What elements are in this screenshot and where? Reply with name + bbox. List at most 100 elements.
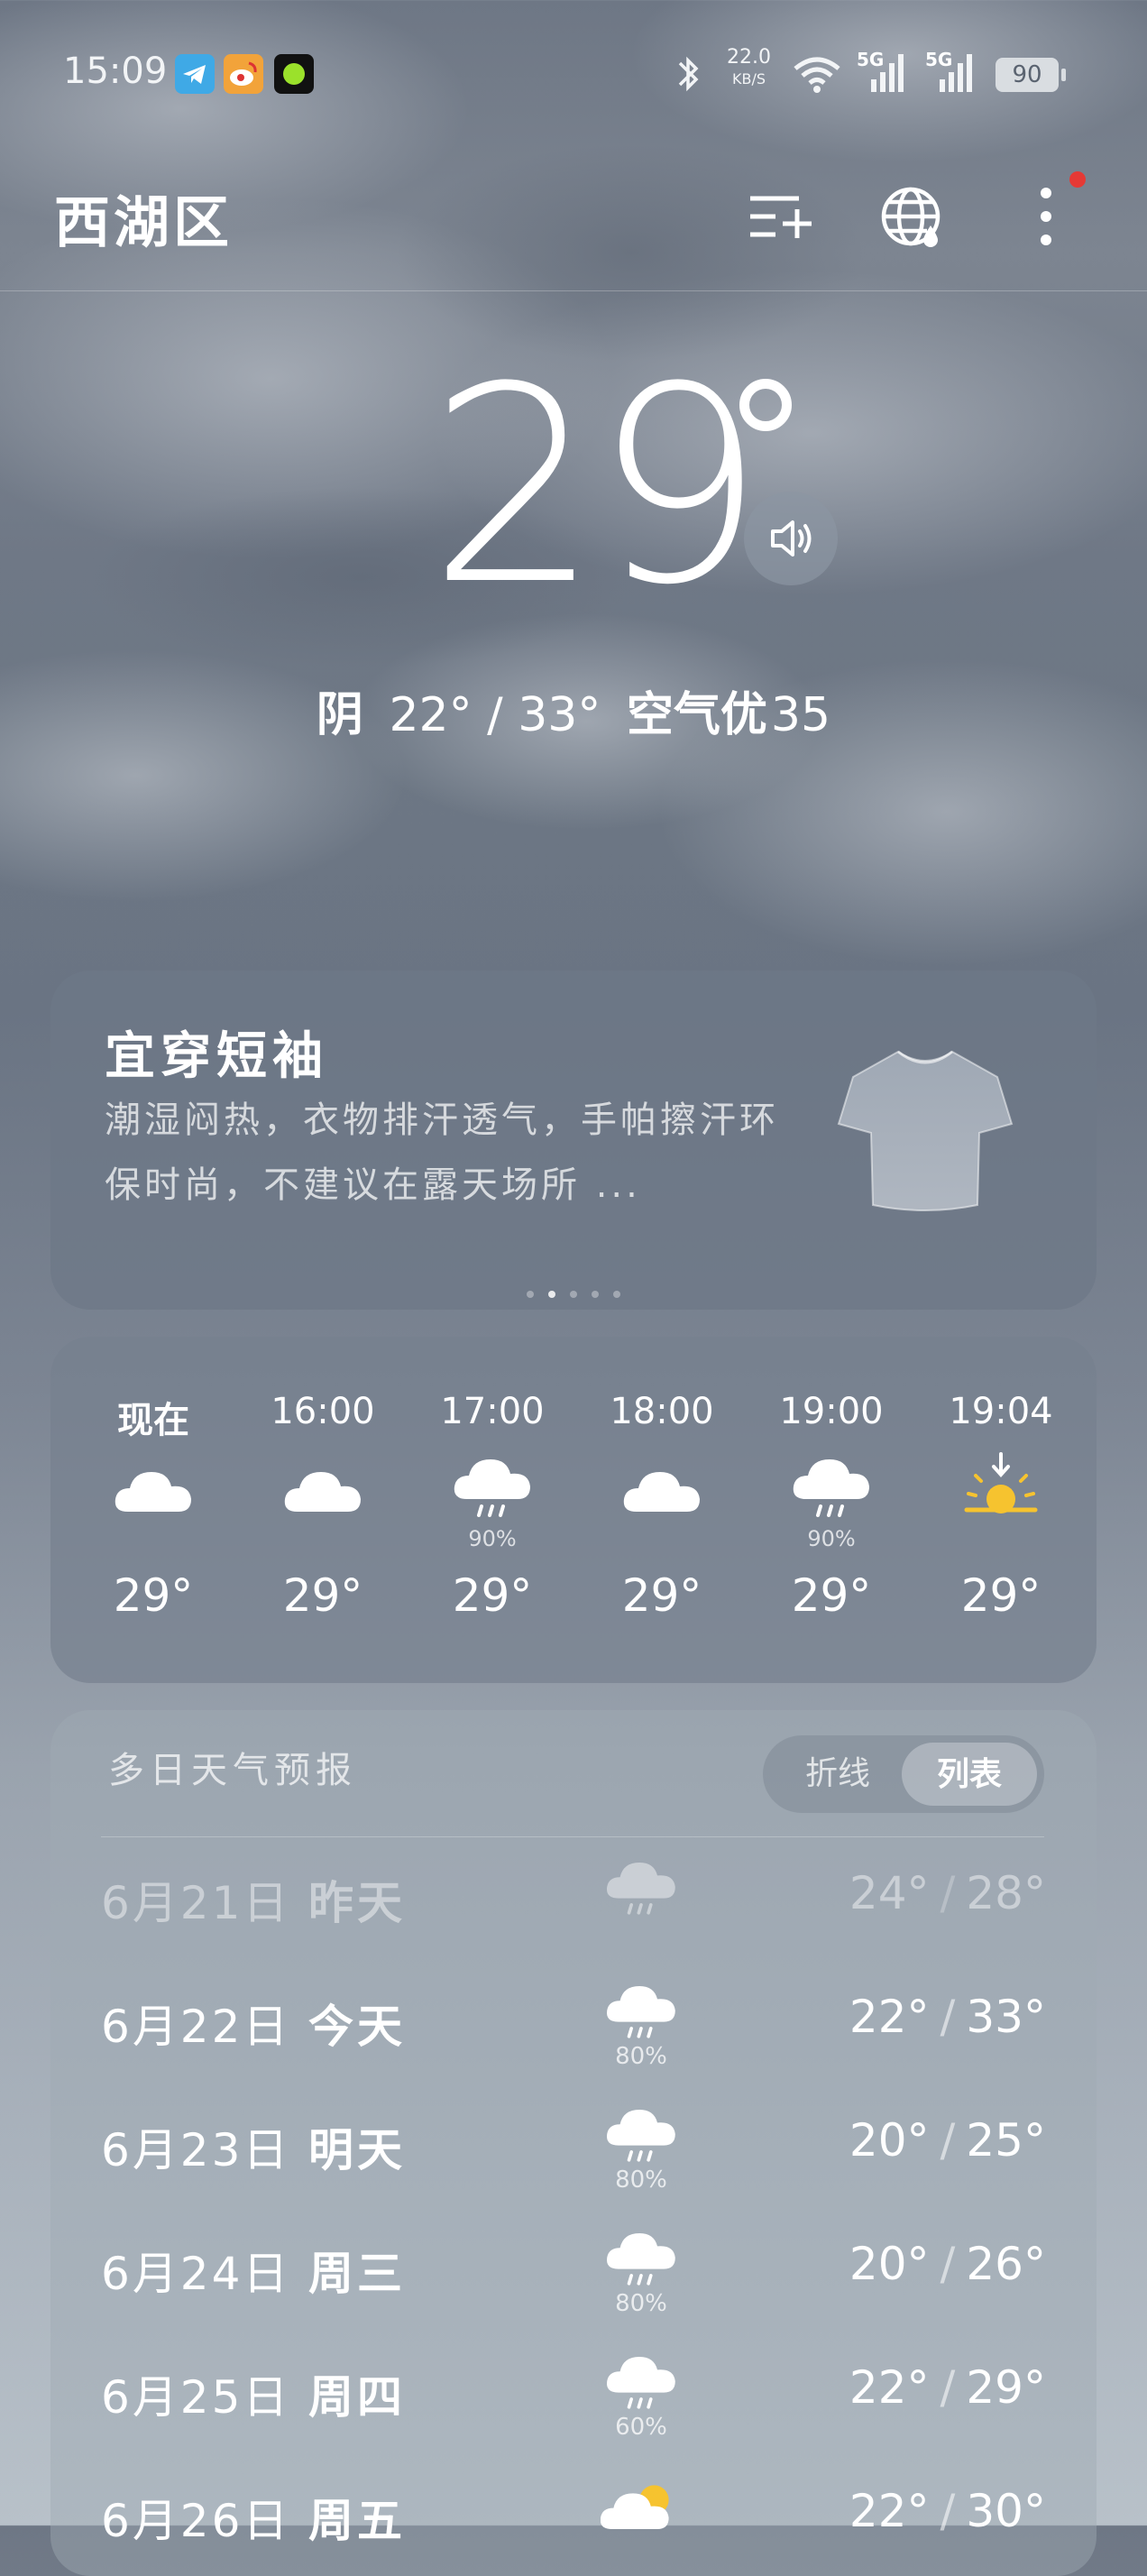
notification-dot <box>1069 171 1086 188</box>
forecast-precip-prob: 80% <box>615 2043 667 2070</box>
hour-icon-wrap <box>278 1450 368 1523</box>
hour-column: 18:00 29° <box>577 1337 747 1683</box>
bluetooth-icon <box>678 56 699 92</box>
toggle-list[interactable]: 列表 <box>902 1743 1037 1806</box>
temperature-range: 22° / 33° <box>389 688 601 742</box>
forecast-weekday: 昨天 <box>308 1876 406 1929</box>
carousel-dot <box>592 1291 599 1298</box>
forecast-title: 多日天气预报 <box>108 1750 357 1791</box>
forecast-precip-prob: 80% <box>615 2167 667 2194</box>
view-toggle: 折线 列表 <box>763 1735 1044 1813</box>
clothing-suggestion-card[interactable]: 宜穿短袖 潮湿闷热，衣物排汗透气，手帕擦汗环保时尚，不建议在露天场所 ... <box>50 971 1097 1310</box>
rain-icon <box>607 1863 675 1915</box>
forecast-high: 30° <box>966 2485 1046 2537</box>
add-city-button[interactable] <box>743 180 815 253</box>
forecast-date: 6月22日 <box>101 2001 291 2053</box>
forecast-high: 33° <box>966 1991 1046 2043</box>
hour-label: 16:00 <box>271 1391 375 1432</box>
hour-precip-prob: 90% <box>807 1526 856 1551</box>
forecast-icon-wrap <box>601 2349 682 2421</box>
cell-signal-1: 5G <box>857 49 911 94</box>
forecast-low: 22° <box>849 2485 930 2537</box>
net-speed-unit: KB/S <box>731 70 766 87</box>
toggle-line-chart[interactable]: 折线 <box>770 1743 905 1806</box>
rain-icon <box>793 1459 869 1517</box>
net-speed-value: 22.0 <box>727 46 771 69</box>
forecast-low: 20° <box>849 2114 930 2167</box>
temp-separator: / <box>940 2361 956 2414</box>
forecast-low: 24° <box>849 1867 930 1919</box>
forecast-weekday: 明天 <box>308 2123 406 2176</box>
forecast-day-row[interactable]: 6月25日 周四 60% 22°/29° <box>50 2340 1097 2448</box>
forecast-temp-range: 22°/30° <box>849 2485 1046 2537</box>
forecast-date: 6月24日 <box>101 2248 291 2300</box>
hour-column: 19:00 90% 29° <box>747 1337 916 1683</box>
cloud-icon <box>115 1472 191 1512</box>
carousel-dot-active <box>548 1291 555 1298</box>
forecast-day-row[interactable]: 6月26日 周五 22°/30° <box>50 2463 1097 2571</box>
list-add-icon <box>750 196 812 238</box>
status-bar: 15:09 22.0 KB/S 5G 5G 90 <box>0 0 1147 144</box>
network-speed: 22.0 KB/S <box>727 47 771 90</box>
temp-separator: / <box>940 1867 956 1919</box>
forecast-precip-prob: 60% <box>615 2414 667 2441</box>
signal-bars-icon <box>871 54 904 92</box>
forecast-high: 26° <box>966 2238 1046 2290</box>
forecast-icon-wrap <box>601 2102 682 2174</box>
carousel-dots <box>50 1284 1097 1302</box>
rain-icon <box>607 1986 675 2038</box>
temp-separator: / <box>940 2238 956 2290</box>
aqi-value[interactable]: 35 <box>771 688 830 742</box>
hour-temp: 29° <box>282 1569 363 1622</box>
forecast-icon-wrap <box>601 1854 682 1927</box>
forecast-day-row[interactable]: 6月24日 周三 80% 20°/26° <box>50 2216 1097 2324</box>
more-options-button[interactable] <box>1010 180 1082 253</box>
divider <box>101 1836 1044 1837</box>
carousel-dot <box>527 1291 534 1298</box>
more-vertical-icon <box>1041 188 1051 245</box>
forecast-weekday: 周五 <box>308 2494 406 2547</box>
app-header: 西湖区 <box>0 144 1147 291</box>
telegram-app-icon <box>175 54 215 94</box>
green-app-icon <box>274 54 314 94</box>
hour-column: 16:00 29° <box>238 1337 408 1683</box>
rain-icon <box>607 2233 675 2286</box>
forecast-temp-range: 24°/28° <box>849 1867 1046 1919</box>
hourly-forecast-card[interactable]: 现在 29° 16:00 29° 17:00 90% 29° 18:00 29° 19:00 90%… <box>50 1337 1097 1683</box>
voice-broadcast-button[interactable] <box>744 492 838 585</box>
forecast-high: 25° <box>966 2114 1046 2167</box>
temp-separator: / <box>940 1991 956 2043</box>
city-name[interactable]: 西湖区 <box>54 177 233 258</box>
hour-label: 19:00 <box>779 1391 884 1432</box>
hour-icon-wrap <box>786 1450 876 1523</box>
hour-icon-wrap <box>108 1450 198 1523</box>
forecast-weekday: 今天 <box>308 2000 406 2053</box>
forecast-day-row[interactable]: 6月21日 昨天 24°/28° <box>50 1845 1097 1954</box>
wifi-icon <box>794 57 840 93</box>
forecast-day-row[interactable]: 6月23日 明天 80% 20°/25° <box>50 2093 1097 2201</box>
forecast-temp-range: 22°/33° <box>849 1991 1046 2043</box>
carousel-dot <box>613 1291 620 1298</box>
rain-icon <box>607 2357 675 2409</box>
cloud-icon <box>284 1472 361 1512</box>
forecast-weekday: 周三 <box>308 2247 406 2300</box>
global-weather-button[interactable] <box>876 180 949 253</box>
speaker-icon <box>771 520 812 557</box>
hour-temp: 29° <box>621 1569 702 1622</box>
carousel-dot <box>570 1291 577 1298</box>
cell-signal-2: 5G <box>925 49 979 94</box>
forecast-day-row[interactable]: 6月22日 今天 80% 22°/33° <box>50 1969 1097 2077</box>
clothing-description: 潮湿闷热，衣物排汗透气，手帕擦汗环保时尚，不建议在露天场所 ... <box>105 1099 779 1206</box>
hour-icon-wrap <box>956 1450 1046 1523</box>
battery-indicator: 90 <box>996 58 1066 92</box>
weibo-app-icon <box>224 54 263 94</box>
condition-text: 阴 <box>316 687 363 742</box>
aqi-label[interactable]: 空气优 <box>627 687 767 742</box>
sunset-icon <box>964 1452 1038 1513</box>
forecast-precip-prob: 80% <box>615 2290 667 2317</box>
forecast-low: 22° <box>849 1991 930 2043</box>
forecast-date: 6月25日 <box>101 2371 291 2424</box>
hour-icon-wrap <box>447 1450 537 1523</box>
hour-temp: 29° <box>113 1569 194 1622</box>
forecast-date: 6月21日 <box>101 1877 291 1929</box>
